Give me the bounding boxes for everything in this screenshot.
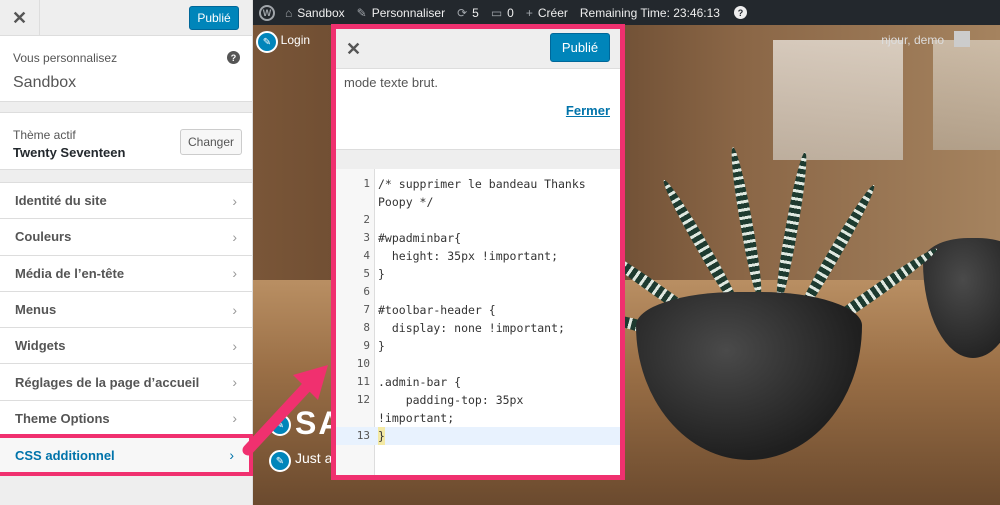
customizing-info: Vous personnalisez Sandbox ? bbox=[0, 36, 252, 102]
sidebar-item-label: Réglages de la page d’accueil bbox=[15, 374, 200, 390]
preview-window-light bbox=[933, 40, 1000, 150]
code-line[interactable]: 3 #wpadminbar{ bbox=[336, 229, 620, 247]
sidebar-item-label: CSS additionnel bbox=[15, 447, 115, 463]
close-icon[interactable]: ✕ bbox=[336, 29, 371, 69]
admin-bar-customize[interactable]: ✎ Personnaliser bbox=[351, 0, 451, 25]
sidebar-item-label: Média de l’en-tête bbox=[15, 265, 125, 281]
code-line[interactable]: 8 display: none !important; bbox=[336, 319, 620, 337]
admin-bar-updates-count: 5 bbox=[472, 5, 479, 20]
chevron-right-icon: › bbox=[232, 410, 237, 427]
sidebar-menu: Identité du site › Couleurs › Média de l’e… bbox=[0, 182, 253, 477]
code-line[interactable]: 4 height: 35px !important; bbox=[336, 247, 620, 265]
admin-bar-updates[interactable]: ⟳ 5 bbox=[451, 0, 485, 25]
code-line[interactable]: 1/* supprimer le bandeau Thanks bbox=[336, 175, 620, 193]
code-line[interactable]: 9} bbox=[336, 337, 620, 355]
admin-bar-comments-count: 0 bbox=[507, 5, 514, 20]
code-line-current[interactable]: 13} bbox=[336, 427, 620, 445]
customizing-label: Vous personnalisez bbox=[13, 51, 118, 65]
sidebar-item-menus[interactable]: Menus › bbox=[0, 291, 252, 329]
close-link[interactable]: Fermer bbox=[566, 103, 610, 118]
css-panel-header: ✕ Publié bbox=[336, 29, 620, 69]
help-icon[interactable]: ? bbox=[733, 6, 747, 19]
sidebar-item-theme-options[interactable]: Theme Options › bbox=[0, 400, 252, 438]
sidebar-item-additional-css[interactable]: CSS additionnel › bbox=[0, 434, 253, 477]
greeting-text[interactable]: njour, demo bbox=[881, 33, 944, 47]
sidebar-item-header-media[interactable]: Média de l’en-tête › bbox=[0, 255, 252, 292]
code-line[interactable]: 10 bbox=[336, 355, 620, 373]
admin-bar-create-label: Créer bbox=[537, 5, 568, 20]
sidebar-item-site-identity[interactable]: Identité du site › bbox=[0, 183, 252, 220]
site-name: Sandbox bbox=[13, 74, 77, 91]
brush-icon: ✎ bbox=[356, 5, 367, 20]
sidebar-item-label: Menus bbox=[15, 302, 57, 318]
chevron-right-icon: › bbox=[232, 337, 237, 354]
description-text: mode texte brut. bbox=[344, 75, 438, 90]
wordpress-logo-icon[interactable]: W bbox=[259, 4, 275, 21]
admin-bar-site[interactable]: ⌂ Sandbox bbox=[279, 0, 351, 25]
css-panel-description: mode texte brut. Fermer bbox=[336, 69, 620, 149]
sidebar-item-label: Widgets bbox=[15, 338, 66, 354]
active-theme-section: Thème actif Twenty Seventeen Changer bbox=[0, 112, 252, 170]
code-line[interactable]: Poopy */ bbox=[336, 193, 620, 211]
publish-button[interactable]: Publié bbox=[550, 33, 610, 62]
sidebar-item-label: Theme Options bbox=[15, 410, 110, 426]
chevron-right-icon: › bbox=[232, 301, 237, 318]
publish-button[interactable]: Publié bbox=[189, 6, 239, 30]
change-theme-button[interactable]: Changer bbox=[180, 129, 242, 155]
dashboard-icon: ⌂ bbox=[285, 5, 293, 20]
admin-bar-remaining-time: Remaining Time: 23:46:13 bbox=[574, 0, 726, 25]
css-editor-panel: ✕ Publié mode texte brut. Fermer 1/* sup… bbox=[331, 24, 625, 480]
admin-bar: W ⌂ Sandbox ✎ Personnaliser ⟳ 5 ▭ 0 + Créer R… bbox=[253, 0, 1000, 25]
sidebar-item-widgets[interactable]: Widgets › bbox=[0, 328, 252, 365]
avatar[interactable] bbox=[954, 31, 970, 47]
sidebar-item-homepage-settings[interactable]: Réglages de la page d’accueil › bbox=[0, 364, 252, 401]
chevron-right-icon: › bbox=[232, 265, 237, 282]
plus-icon: + bbox=[525, 5, 533, 20]
updates-icon: ⟳ bbox=[457, 5, 468, 20]
preview-window-light bbox=[773, 40, 903, 160]
admin-bar-create[interactable]: + Créer bbox=[520, 0, 574, 25]
remaining-time-text: Remaining Time: 23:46:13 bbox=[579, 5, 720, 20]
comment-icon: ▭ bbox=[490, 5, 503, 20]
chevron-right-icon: › bbox=[232, 192, 237, 209]
help-icon[interactable]: ? bbox=[227, 51, 240, 64]
sidebar-item-colors[interactable]: Couleurs › bbox=[0, 219, 252, 256]
code-line[interactable]: 11 .admin-bar { bbox=[336, 373, 620, 391]
code-line[interactable]: 6 bbox=[336, 283, 620, 301]
customizer-sidebar: ✕ Publié Vous personnalisez Sandbox ? Th… bbox=[0, 0, 253, 505]
admin-bar-comments[interactable]: ▭ 0 bbox=[485, 0, 520, 25]
sidebar-item-label: Couleurs bbox=[15, 229, 72, 245]
close-icon[interactable]: ✕ bbox=[0, 0, 40, 36]
edit-shortcut-icon[interactable]: ✎ bbox=[256, 31, 278, 53]
admin-bar-customize-label: Personnaliser bbox=[371, 5, 446, 20]
sidebar-header: ✕ Publié bbox=[0, 0, 252, 36]
panel-separator bbox=[336, 149, 620, 169]
chevron-right-icon: › bbox=[232, 228, 237, 245]
chevron-right-icon: › bbox=[232, 374, 237, 391]
code-line[interactable]: 12 padding-top: 35px bbox=[336, 391, 620, 409]
sidebar-item-label: Identité du site bbox=[15, 193, 107, 209]
code-line[interactable]: 7 #toolbar-header { bbox=[336, 301, 620, 319]
code-line[interactable]: 5} bbox=[336, 265, 620, 283]
chevron-right-icon: › bbox=[229, 447, 234, 464]
admin-bar-site-label: Sandbox bbox=[297, 5, 345, 20]
highlight-arrow bbox=[242, 365, 328, 456]
code-line[interactable]: !important; bbox=[336, 409, 620, 427]
code-line[interactable]: 2 bbox=[336, 211, 620, 229]
css-code-editor[interactable]: 1/* supprimer le bandeau Thanks Poopy */… bbox=[336, 169, 620, 475]
